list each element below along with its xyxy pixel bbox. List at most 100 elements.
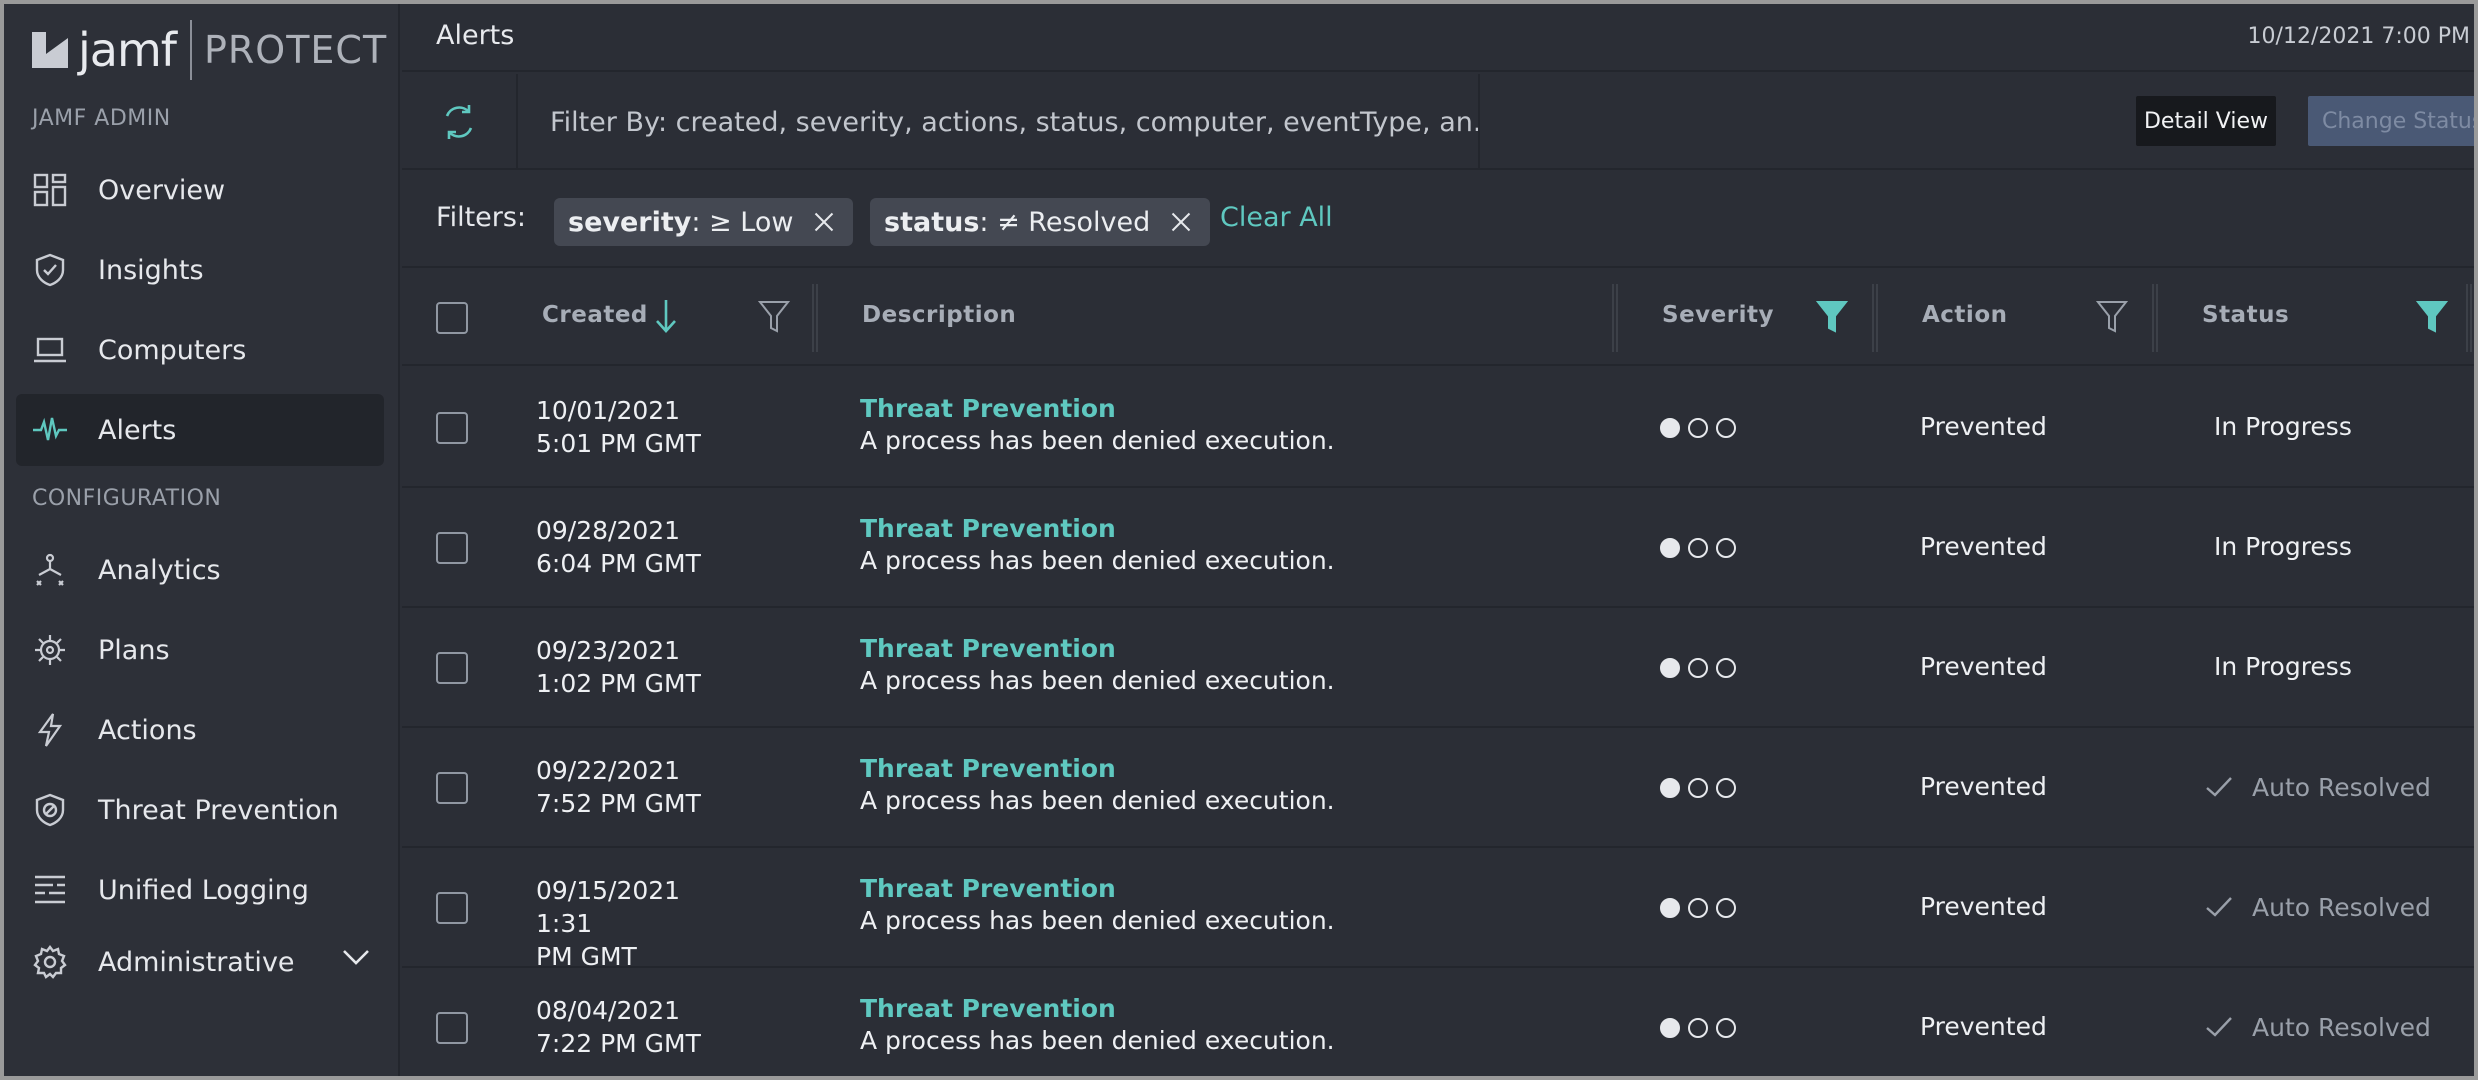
alert-title-link[interactable]: Threat Prevention <box>860 394 1116 423</box>
sidebar-item-unified-logging[interactable]: Unified Logging <box>16 854 384 926</box>
filter-chip-key: status <box>884 206 980 238</box>
refresh-icon <box>445 105 473 139</box>
column-header-status[interactable]: Status <box>2202 302 2289 328</box>
column-resize-handle[interactable] <box>1872 284 1878 352</box>
created-time: 7:52 PM GMT <box>536 789 701 818</box>
alert-title-link[interactable]: Threat Prevention <box>860 634 1116 663</box>
created-date: 09/23/2021 <box>536 636 681 665</box>
action-cell: Prevented <box>1920 772 2047 801</box>
sidebar-item-label: Plans <box>98 634 170 666</box>
created-cell: 08/04/2021 7:22 PM GMT <box>536 994 726 1060</box>
column-resize-handle[interactable] <box>812 284 818 352</box>
jamf-logo-icon <box>32 32 68 68</box>
sidebar-item-actions[interactable]: Actions <box>16 694 384 766</box>
detail-view-button[interactable]: Detail View <box>2136 96 2276 146</box>
created-date: 09/28/2021 <box>536 516 681 545</box>
change-status-button[interactable]: Change Status <box>2308 96 2474 146</box>
column-header-created[interactable]: Created <box>542 302 648 328</box>
row-checkbox[interactable] <box>436 892 468 924</box>
filter-active-icon[interactable] <box>1815 300 1849 338</box>
logo-product-name: PROTECT <box>203 28 388 72</box>
row-checkbox[interactable] <box>436 1012 468 1044</box>
row-checkbox[interactable] <box>436 652 468 684</box>
close-icon[interactable] <box>813 211 835 233</box>
alert-title-link[interactable]: Threat Prevention <box>860 874 1116 903</box>
checkmark-icon <box>2206 777 2232 797</box>
status-cell: In Progress <box>2214 412 2352 441</box>
sidebar-item-alerts[interactable]: Alerts <box>16 394 384 466</box>
select-all-checkbox[interactable] <box>436 302 468 334</box>
table-row[interactable]: 09/22/2021 7:52 PM GMT Threat Prevention … <box>402 728 2474 848</box>
checkmark-icon <box>2206 897 2232 917</box>
sidebar-item-label: Overview <box>98 174 226 206</box>
created-cell: 10/01/2021 5:01 PM GMT <box>536 394 726 460</box>
sidebar-item-label: Actions <box>98 714 197 746</box>
alert-title-link[interactable]: Threat Prevention <box>860 754 1116 783</box>
alert-description: A process has been denied execution. <box>860 906 1335 935</box>
status-text: Auto Resolved <box>2252 772 2431 802</box>
created-cell: 09/22/2021 7:52 PM GMT <box>536 754 726 820</box>
column-resize-handle[interactable] <box>1612 284 1618 352</box>
alert-title-link[interactable]: Threat Prevention <box>860 514 1116 543</box>
sidebar-item-computers[interactable]: Computers <box>16 314 384 386</box>
sidebar-item-threat-prevention[interactable]: Threat Prevention <box>16 774 384 846</box>
sidebar-item-label: Computers <box>98 334 247 366</box>
created-time: 6:04 PM GMT <box>536 549 701 578</box>
alert-description: A process has been denied execution. <box>860 426 1335 455</box>
gear-bug-icon <box>32 632 68 668</box>
status-cell: In Progress <box>2214 532 2352 561</box>
table-row[interactable]: 09/15/2021 1:31 PM GMT Threat Prevention … <box>402 848 2474 971</box>
jamf-protect-logo[interactable]: jamf PROTECT <box>32 18 387 82</box>
alert-title-link[interactable]: Threat Prevention <box>860 994 1116 1023</box>
status-cell: Auto Resolved <box>2204 892 2431 922</box>
sidebar-item-label: Insights <box>98 254 204 286</box>
filter-input[interactable] <box>520 74 1480 170</box>
row-checkbox[interactable] <box>436 412 468 444</box>
gear-icon <box>32 944 68 980</box>
alert-description: A process has been denied execution. <box>860 546 1335 575</box>
row-checkbox[interactable] <box>436 772 468 804</box>
sidebar-item-administrative[interactable]: Administrative <box>16 926 384 998</box>
sidebar-item-plans[interactable]: Plans <box>16 614 384 686</box>
table-header: Created Description Severity Action Stat… <box>402 270 2474 366</box>
column-header-severity[interactable]: Severity <box>1662 302 1774 328</box>
refresh-button[interactable] <box>402 74 518 170</box>
sidebar-item-label: Threat Prevention <box>98 794 339 826</box>
sort-descending-icon[interactable] <box>654 298 678 338</box>
top-bar: Alerts 10/12/2021 7:00 PM <box>402 4 2474 72</box>
alert-description: A process has been denied execution. <box>860 666 1335 695</box>
sidebar-item-label: Alerts <box>98 414 177 446</box>
table-row[interactable]: 09/28/2021 6:04 PM GMT Threat Prevention … <box>402 488 2474 608</box>
filter-chip-value: : ≠ Resolved <box>979 206 1151 238</box>
sidebar-item-overview[interactable]: Overview <box>16 154 384 226</box>
status-text: Auto Resolved <box>2252 892 2431 922</box>
sidebar-item-insights[interactable]: Insights <box>16 234 384 306</box>
created-time: 5:01 PM GMT <box>536 429 701 458</box>
sidebar-item-label: Administrative <box>98 946 295 978</box>
table-row[interactable]: 09/23/2021 1:02 PM GMT Threat Prevention … <box>402 608 2474 728</box>
sidebar-item-label: Unified Logging <box>98 874 309 906</box>
table-row[interactable]: 08/04/2021 7:22 PM GMT Threat Prevention … <box>402 968 2474 1076</box>
filter-active-icon[interactable] <box>2415 300 2449 338</box>
column-header-description[interactable]: Description <box>862 302 1016 328</box>
column-header-action[interactable]: Action <box>1922 302 2008 328</box>
table-row[interactable]: 10/01/2021 5:01 PM GMT Threat Prevention … <box>402 368 2474 488</box>
clear-all-link[interactable]: Clear All <box>1220 202 1333 233</box>
analytics-flow-icon <box>32 552 68 588</box>
shield-check-icon <box>32 252 68 288</box>
severity-indicator <box>1660 658 1744 678</box>
close-icon[interactable] <box>1170 211 1192 233</box>
column-resize-handle[interactable] <box>2152 284 2158 352</box>
chevron-down-icon[interactable] <box>342 948 370 970</box>
row-checkbox[interactable] <box>436 532 468 564</box>
severity-indicator <box>1660 898 1744 918</box>
created-date: 08/04/2021 <box>536 996 681 1025</box>
filter-icon[interactable] <box>2095 300 2129 338</box>
filters-label: Filters: <box>436 202 527 233</box>
alert-description: A process has been denied execution. <box>860 1026 1335 1055</box>
filter-chip-status: status : ≠ Resolved <box>870 198 1211 246</box>
logo-brand-name: jamf <box>78 20 192 80</box>
column-resize-handle[interactable] <box>2466 284 2472 352</box>
filter-icon[interactable] <box>757 300 791 338</box>
sidebar-item-analytics[interactable]: Analytics <box>16 534 384 606</box>
